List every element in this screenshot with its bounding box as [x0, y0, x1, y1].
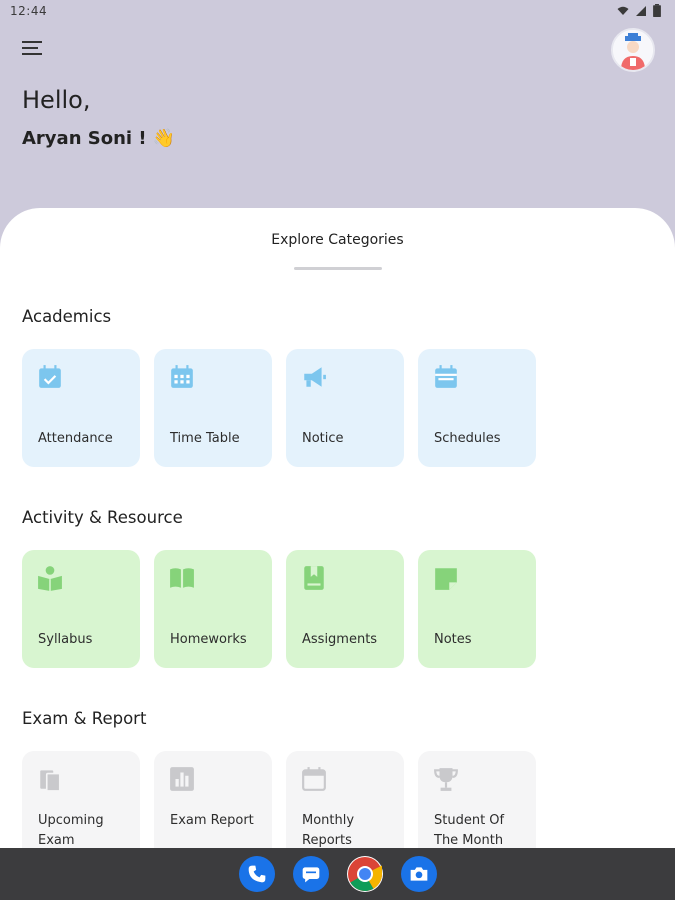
card-label: Notes — [434, 632, 472, 647]
card-schedules[interactable]: Schedules — [418, 349, 536, 467]
phone-icon — [248, 865, 265, 883]
card-label: Attendance — [38, 431, 113, 446]
megaphone-icon — [304, 367, 326, 387]
sheet-title: Explore Categories — [271, 232, 404, 248]
card-label: Notice — [302, 431, 344, 446]
greeting: Hello, — [22, 86, 91, 114]
calendar-check-icon — [39, 365, 61, 388]
status-time: 12:44 — [10, 4, 48, 18]
card-label: Student Of The Month — [434, 813, 505, 848]
status-icons — [617, 4, 661, 17]
open-book-icon — [170, 568, 194, 588]
card-notice[interactable]: Notice — [286, 349, 404, 467]
bar-chart-icon — [170, 767, 194, 791]
card-assignments[interactable]: Assigments — [286, 550, 404, 668]
section-title-activity: Activity & Resource — [22, 508, 183, 527]
card-label: Upcoming Exam — [38, 813, 104, 848]
reader-icon — [38, 566, 62, 591]
bookmark-book-icon — [304, 566, 324, 590]
card-label: Time Table — [170, 431, 240, 446]
card-time-table[interactable]: Time Table — [154, 349, 272, 467]
clipboard-icon — [40, 770, 61, 792]
chrome-icon — [347, 857, 382, 891]
phone-app-button[interactable] — [238, 856, 275, 892]
chrome-app-button[interactable] — [346, 856, 383, 892]
academics-grid: Attendance Time Table Notice Schedules — [22, 349, 536, 467]
calendar-grid-icon — [171, 365, 193, 388]
header: Hello, Aryan Soni ! 👋 — [0, 24, 675, 214]
calendar-icon — [435, 365, 457, 388]
camera-app-button[interactable] — [400, 856, 437, 892]
camera-icon — [410, 867, 427, 881]
section-title-exam: Exam & Report — [22, 709, 147, 728]
calendar-icon — [302, 767, 326, 791]
section-title-academics: Academics — [22, 307, 112, 326]
card-label: Schedules — [434, 431, 501, 446]
messages-icon — [302, 867, 319, 883]
note-icon — [435, 568, 457, 590]
card-notes[interactable]: Notes — [418, 550, 536, 668]
user-name: Aryan Soni ! 👋 — [22, 128, 176, 149]
signal-icon — [636, 5, 646, 16]
card-label: Exam Report — [170, 813, 254, 828]
battery-icon — [653, 4, 661, 17]
wifi-icon — [617, 6, 629, 15]
app-dock — [0, 848, 675, 900]
card-syllabus[interactable]: Syllabus — [22, 550, 140, 668]
categories-sheet: Explore Categories Academics Attendance … — [0, 208, 675, 869]
card-homeworks[interactable]: Homeworks — [154, 550, 272, 668]
card-label: Syllabus — [38, 632, 93, 647]
student-avatar-icon — [613, 30, 653, 70]
messages-app-button[interactable] — [292, 856, 329, 892]
card-attendance[interactable]: Attendance — [22, 349, 140, 467]
card-label: Monthly Reports — [302, 813, 355, 848]
menu-icon[interactable] — [22, 39, 44, 57]
sheet-handle[interactable] — [294, 267, 382, 270]
status-bar: 12:44 — [0, 0, 675, 24]
avatar[interactable] — [611, 28, 655, 72]
card-label: Assigments — [302, 632, 378, 647]
activity-grid: Syllabus Homeworks Assigments Notes — [22, 550, 536, 668]
trophy-icon — [434, 768, 458, 791]
card-label: Homeworks — [170, 632, 247, 647]
